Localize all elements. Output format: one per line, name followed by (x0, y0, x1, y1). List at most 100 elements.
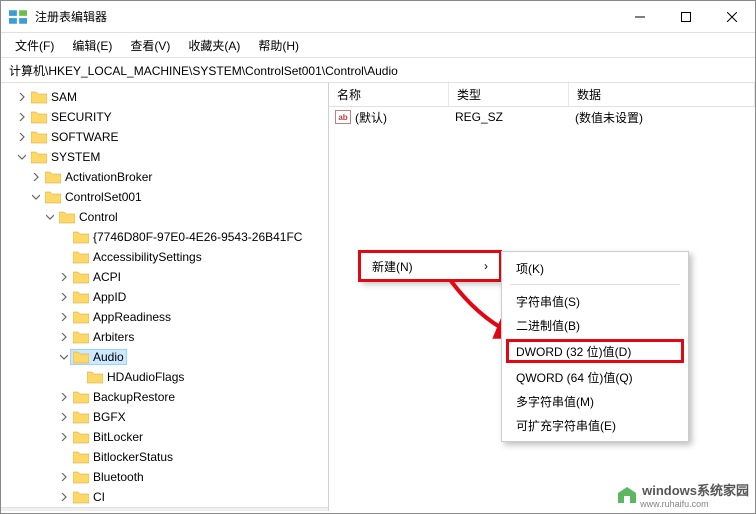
submenu-item-dword[interactable]: DWORD (32 位)值(D) (506, 339, 684, 363)
menu-help[interactable]: 帮助(H) (250, 35, 307, 56)
expand-icon[interactable] (15, 90, 29, 104)
list-header: 名称 类型 数据 (329, 83, 755, 107)
folder-icon (31, 150, 47, 164)
tree-item-ci[interactable]: CI (1, 487, 328, 507)
maximize-button[interactable] (663, 1, 709, 33)
submenu-item-binary[interactable]: 二进制值(B) (502, 313, 688, 337)
tree-item-security[interactable]: SECURITY (1, 107, 328, 127)
tree-item-activation[interactable]: ActivationBroker (1, 167, 328, 187)
tree-item-audio[interactable]: Audio (1, 347, 328, 367)
tree-label: Arbiters (93, 330, 134, 344)
tree-item-arbiters[interactable]: Arbiters (1, 327, 328, 347)
tree-item-hdaudioflags[interactable]: HDAudioFlags (1, 367, 328, 387)
tree-label: Audio (93, 350, 124, 364)
titlebar: 注册表编辑器 (1, 1, 755, 33)
submenu-item-qword[interactable]: QWORD (64 位)值(Q) (502, 365, 688, 389)
expand-icon[interactable] (57, 410, 71, 424)
watermark-sub: www.ruhaifu.com (640, 499, 749, 509)
menu-view[interactable]: 查看(V) (122, 35, 178, 56)
folder-icon (73, 330, 89, 344)
tree-item-bitlockerstatus[interactable]: BitlockerStatus (1, 447, 328, 467)
tree-label: SECURITY (51, 110, 112, 124)
expand-icon[interactable] (57, 490, 71, 504)
expand-icon[interactable] (57, 390, 71, 404)
window-title: 注册表编辑器 (35, 8, 617, 25)
tree-item-bluetooth[interactable]: Bluetooth (1, 467, 328, 487)
collapse-icon[interactable] (29, 190, 43, 204)
col-name[interactable]: 名称 (329, 83, 449, 106)
context-item-label: 新建(N) (372, 258, 413, 275)
tree-item-appid[interactable]: AppID (1, 287, 328, 307)
submenu-item-string[interactable]: 字符串值(S) (502, 289, 688, 313)
folder-icon (45, 170, 61, 184)
value-type: REG_SZ (455, 110, 503, 124)
tree-item-system[interactable]: SYSTEM (1, 147, 328, 167)
context-item-new[interactable]: 新建(N) › (360, 252, 500, 280)
submenu-new: 项(K) 字符串值(S) 二进制值(B) DWORD (32 位)值(D) QW… (501, 251, 689, 442)
tree-label: SOFTWARE (51, 130, 119, 144)
value-data: (数值未设置) (575, 109, 643, 126)
tree-item-control[interactable]: Control (1, 207, 328, 227)
menu-file[interactable]: 文件(F) (7, 35, 62, 56)
close-button[interactable] (709, 1, 755, 33)
context-menu-new[interactable]: 新建(N) › (359, 251, 501, 281)
scroll-right-icon[interactable]: ▶ (314, 510, 328, 511)
expand-icon[interactable] (29, 170, 43, 184)
tree-item-bitlocker[interactable]: BitLocker (1, 427, 328, 447)
tree-item-appreadiness[interactable]: AppReadiness (1, 307, 328, 327)
expand-icon[interactable] (57, 290, 71, 304)
folder-icon (73, 410, 89, 424)
tree-item-software[interactable]: SOFTWARE (1, 127, 328, 147)
submenu-item-multi[interactable]: 多字符串值(M) (502, 389, 688, 413)
submenu-label: 可扩充字符串值(E) (516, 417, 616, 434)
tree-item-controlset[interactable]: ControlSet001 (1, 187, 328, 207)
address-bar[interactable]: 计算机\HKEY_LOCAL_MACHINE\SYSTEM\ControlSet… (1, 57, 755, 83)
tree-label: BackupRestore (93, 390, 175, 404)
submenu-item-key[interactable]: 项(K) (502, 256, 688, 280)
menu-edit[interactable]: 编辑(E) (64, 35, 120, 56)
scroll-left-icon[interactable]: ◀ (1, 510, 15, 511)
expand-icon[interactable] (57, 310, 71, 324)
tree-label: ActivationBroker (65, 170, 152, 184)
expand-icon[interactable] (57, 330, 71, 344)
menu-separator (510, 284, 680, 285)
expand-icon[interactable] (57, 430, 71, 444)
tree-label: AppID (93, 290, 126, 304)
folder-icon (73, 310, 89, 324)
collapse-icon[interactable] (43, 210, 57, 224)
list-row[interactable]: ab(默认) REG_SZ (数值未设置) (329, 107, 755, 127)
watermark-text: windows系统家园 (642, 480, 749, 499)
folder-icon (31, 90, 47, 104)
folder-icon (31, 110, 47, 124)
tree-item-bgfx[interactable]: BGFX (1, 407, 328, 427)
address-text: 计算机\HKEY_LOCAL_MACHINE\SYSTEM\ControlSet… (9, 62, 398, 79)
tree-item-backuprestore[interactable]: BackupRestore (1, 387, 328, 407)
tree-item-accessibility[interactable]: AccessibilitySettings (1, 247, 328, 267)
collapse-icon[interactable] (15, 150, 29, 164)
submenu-label: QWORD (64 位)值(Q) (516, 369, 633, 386)
menu-favorites[interactable]: 收藏夹(A) (180, 35, 248, 56)
scroll-thumb[interactable] (15, 511, 75, 512)
submenu-item-expand[interactable]: 可扩充字符串值(E) (502, 413, 688, 437)
tree-label: CI (93, 490, 105, 504)
expand-icon[interactable] (57, 270, 71, 284)
collapse-icon[interactable] (57, 350, 71, 364)
tree-scrollbar[interactable]: ◀ ▶ (1, 507, 328, 511)
tree-label: AccessibilitySettings (93, 250, 202, 264)
tree-label: AppReadiness (93, 310, 171, 324)
col-type[interactable]: 类型 (449, 83, 569, 106)
minimize-button[interactable] (617, 1, 663, 33)
tree-item-acpi[interactable]: ACPI (1, 267, 328, 287)
tree-label: HDAudioFlags (107, 370, 184, 384)
col-data[interactable]: 数据 (569, 83, 755, 106)
folder-icon (73, 270, 89, 284)
expand-icon[interactable] (57, 470, 71, 484)
expand-icon[interactable] (15, 110, 29, 124)
expand-icon[interactable] (15, 130, 29, 144)
folder-icon (31, 130, 47, 144)
folder-icon (73, 230, 89, 244)
tree-item-guid[interactable]: {7746D80F-97E0-4E26-9543-26B41FC (1, 227, 328, 247)
folder-icon (59, 210, 75, 224)
tree-item-sam[interactable]: SAM (1, 87, 328, 107)
tree-label: BitLocker (93, 430, 143, 444)
